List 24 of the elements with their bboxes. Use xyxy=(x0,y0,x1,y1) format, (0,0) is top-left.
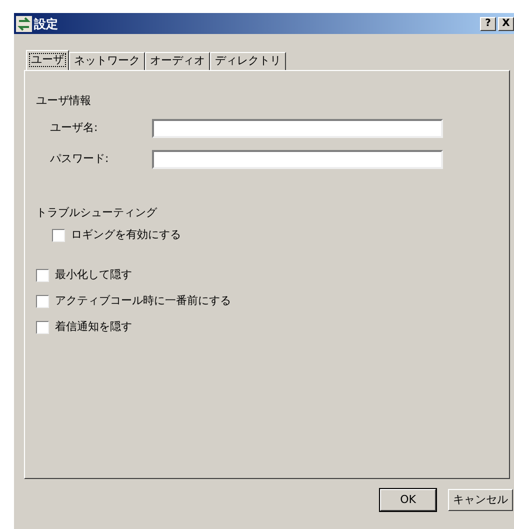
checkbox-option[interactable]: 着信通知を隠す xyxy=(36,319,509,335)
checkbox[interactable] xyxy=(36,294,49,308)
tab[interactable]: ディレクトリ xyxy=(210,52,286,70)
tab[interactable]: オーディオ xyxy=(145,52,210,70)
checkbox[interactable] xyxy=(36,320,49,334)
field-label: ユーザ名: xyxy=(50,120,99,136)
close-button[interactable]: X xyxy=(498,16,514,30)
help-button[interactable]: ? xyxy=(480,16,496,30)
window-title: 設定 xyxy=(34,16,58,32)
tab[interactable]: ユーザ xyxy=(26,50,69,70)
input-field[interactable] xyxy=(152,150,443,168)
checkbox-option[interactable]: ロギングを有効にする xyxy=(52,227,509,243)
checkbox[interactable] xyxy=(36,268,49,282)
tab[interactable]: ネットワーク xyxy=(69,52,145,70)
cancel-button[interactable]: キャンセル xyxy=(448,489,513,511)
app-icon xyxy=(16,16,32,32)
field-label: パスワード: xyxy=(50,150,110,167)
input-field[interactable] xyxy=(152,118,443,138)
ok-button[interactable]: OK xyxy=(380,489,436,511)
checkbox[interactable] xyxy=(52,228,65,242)
checkbox-option[interactable]: アクティブコール時に一番前にする xyxy=(36,293,509,309)
checkbox-option[interactable]: 最小化して隠す xyxy=(36,267,509,283)
section-heading: トラブルシューティング xyxy=(36,204,158,220)
section-heading: ユーザ情報 xyxy=(36,93,92,109)
